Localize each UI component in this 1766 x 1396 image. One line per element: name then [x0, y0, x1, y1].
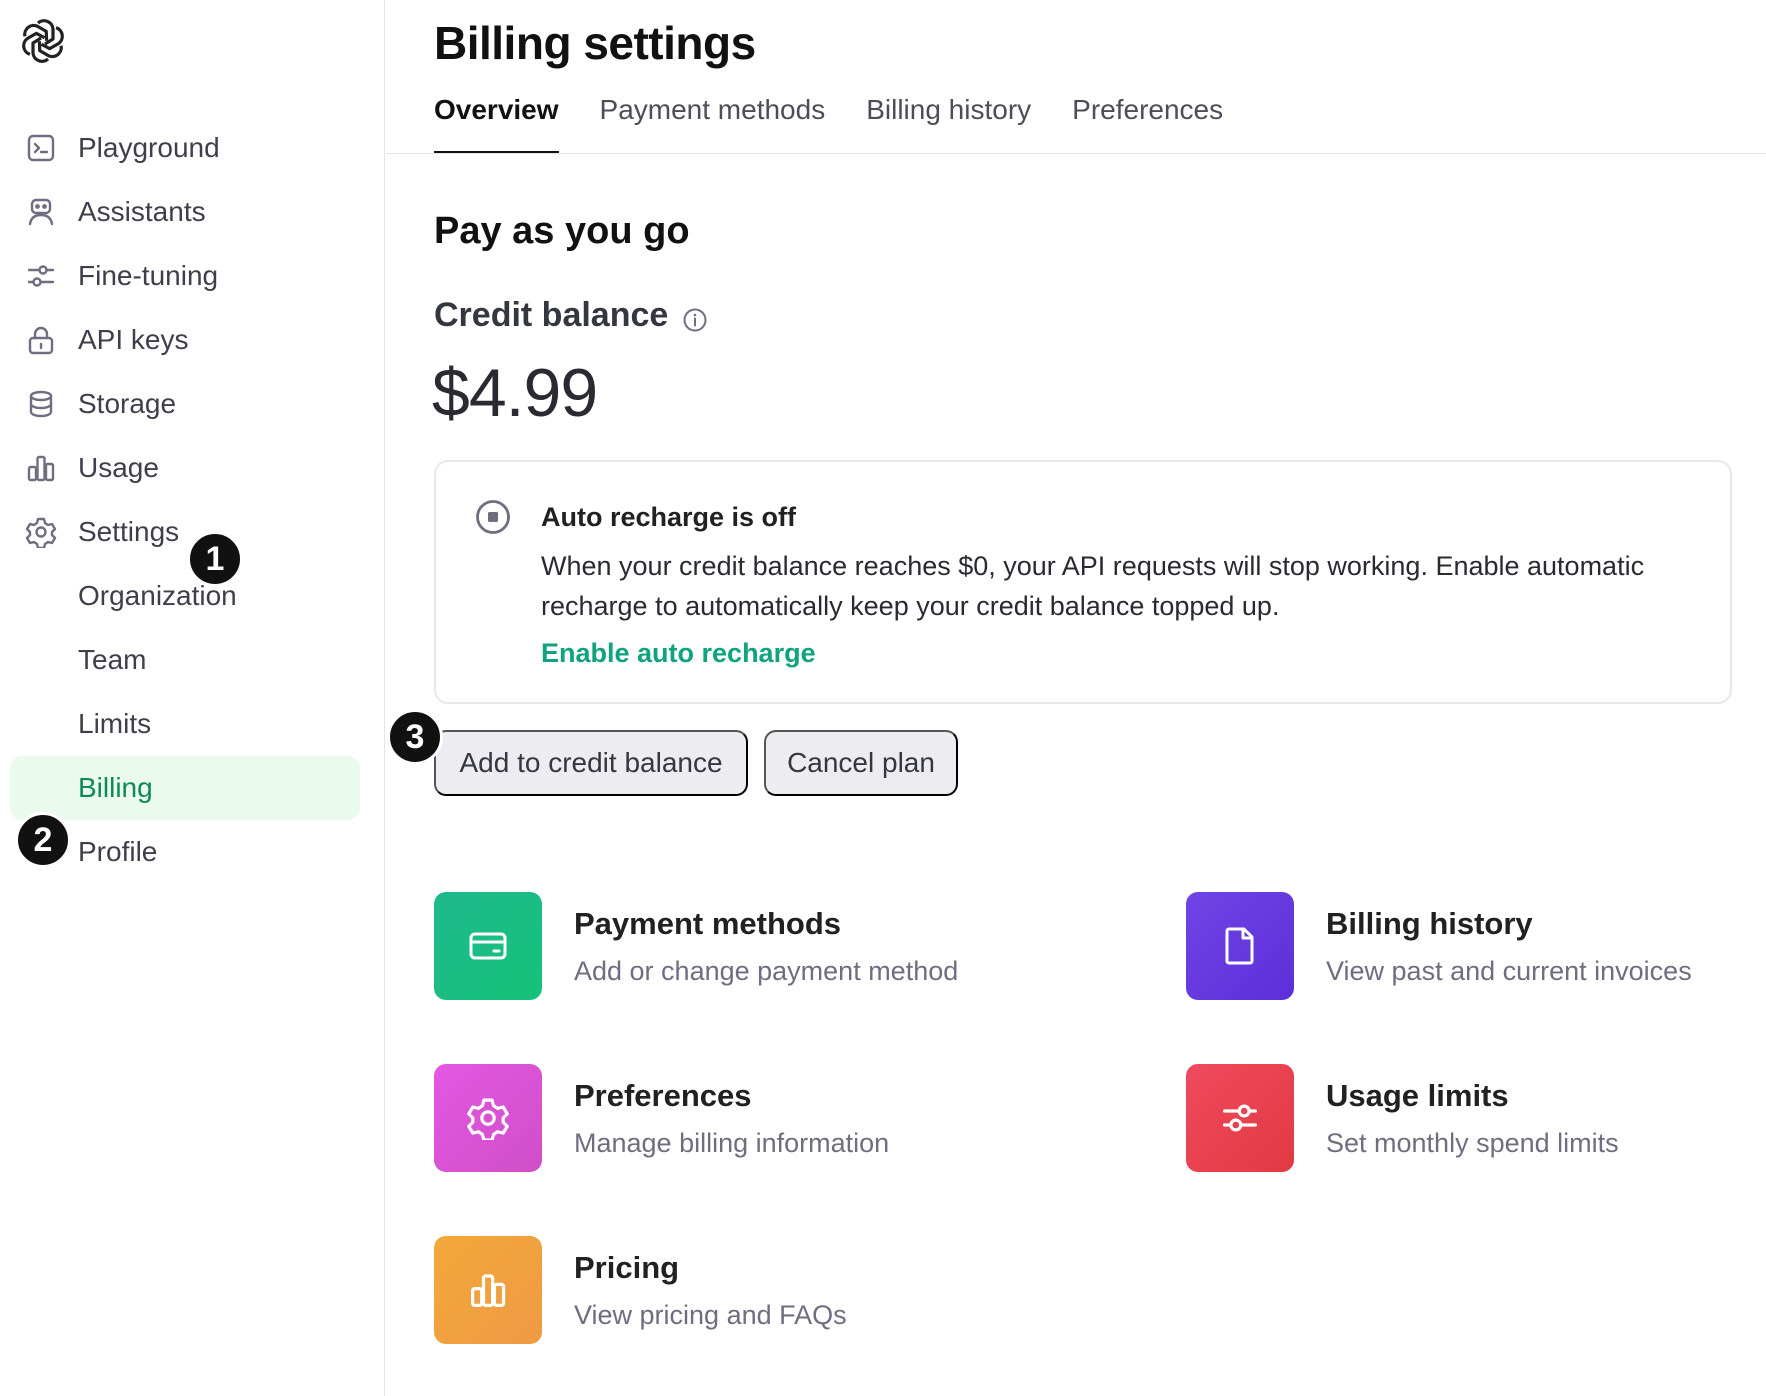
credit-card-icon	[434, 892, 542, 1000]
sidebar-item-storage[interactable]: Storage	[10, 372, 360, 436]
card-title: Billing history	[1326, 906, 1533, 941]
card-subtitle: Manage billing information	[574, 1128, 890, 1158]
card-title: Payment methods	[574, 906, 842, 941]
main-content: Billing settings Overview Payment method…	[386, 0, 1766, 1396]
card-subtitle: Add or change payment method	[574, 956, 959, 986]
credit-balance-heading: Credit balance	[434, 296, 708, 335]
card-title: Preferences	[574, 1078, 752, 1113]
auto-recharge-description: When your credit balance reaches $0, you…	[541, 551, 1645, 621]
info-icon[interactable]	[682, 303, 708, 331]
openai-logo[interactable]	[18, 16, 68, 66]
tab-preferences[interactable]: Preferences	[1072, 88, 1223, 154]
sidebar-item-billing[interactable]: Billing	[10, 756, 360, 820]
database-icon	[24, 387, 58, 421]
terminal-icon	[24, 131, 58, 165]
sliders-icon	[24, 259, 58, 293]
enable-auto-recharge-link[interactable]: Enable auto recharge	[541, 638, 816, 669]
cancel-plan-button[interactable]: Cancel plan	[764, 730, 958, 796]
tab-payment-methods[interactable]: Payment methods	[600, 88, 826, 154]
sidebar-item-label: Storage	[78, 388, 177, 419]
plan-title: Pay as you go	[434, 210, 690, 252]
sidebar-item-usage[interactable]: Usage	[10, 436, 360, 500]
sidebar-item-limits[interactable]: Limits	[10, 692, 360, 756]
sidebar-item-label: Playground	[78, 132, 220, 163]
sidebar-item-label: Assistants	[78, 196, 206, 227]
credit-balance-amount: $4.99	[432, 355, 598, 431]
document-icon	[1186, 892, 1294, 1000]
sidebar-item-api-keys[interactable]: API keys	[10, 308, 360, 372]
sidebar-item-label: Profile	[78, 836, 158, 867]
sidebar-item-team[interactable]: Team	[10, 628, 360, 692]
card-usage-limits[interactable]: Usage limits Set monthly spend limits	[1186, 1064, 1619, 1172]
stop-circle-icon	[474, 498, 512, 536]
bar-chart-icon	[434, 1236, 542, 1344]
page-title: Billing settings	[434, 17, 756, 69]
card-title: Usage limits	[1326, 1078, 1509, 1113]
card-subtitle: Set monthly spend limits	[1326, 1128, 1619, 1158]
sidebar-item-label: Team	[78, 644, 147, 675]
sidebar: Playground Assistants Fine-tuning API ke…	[0, 0, 385, 1396]
sidebar-item-fine-tuning[interactable]: Fine-tuning	[10, 244, 360, 308]
tab-billing-history[interactable]: Billing history	[866, 88, 1031, 154]
card-preferences[interactable]: Preferences Manage billing information	[434, 1064, 889, 1172]
sidebar-item-playground[interactable]: Playground	[10, 116, 360, 180]
auto-recharge-notice: Auto recharge is off When your credit ba…	[434, 460, 1732, 704]
sidebar-item-label: API keys	[78, 324, 189, 355]
step-badge-2: 2	[15, 812, 71, 868]
gear-icon	[434, 1064, 542, 1172]
card-subtitle: View past and current invoices	[1326, 956, 1692, 986]
card-pricing[interactable]: Pricing View pricing and FAQs	[434, 1236, 847, 1344]
card-subtitle: View pricing and FAQs	[574, 1300, 847, 1330]
bar-chart-icon	[24, 451, 58, 485]
card-title: Pricing	[574, 1250, 680, 1285]
card-billing-history[interactable]: Billing history View past and current in…	[1186, 892, 1692, 1000]
step-badge-3: 3	[387, 709, 443, 765]
auto-recharge-title: Auto recharge is off	[541, 502, 797, 532]
lock-icon	[24, 323, 58, 357]
gear-icon	[24, 515, 58, 549]
sidebar-nav: Playground Assistants Fine-tuning API ke…	[10, 116, 360, 884]
sliders-icon	[1186, 1064, 1294, 1172]
sidebar-item-label: Billing	[78, 772, 153, 803]
robot-icon	[24, 195, 58, 229]
step-badge-1: 1	[187, 531, 243, 587]
sidebar-item-label: Fine-tuning	[78, 260, 219, 291]
tabs-divider	[386, 153, 1766, 154]
billing-tabs: Overview Payment methods Billing history…	[434, 88, 1264, 154]
sidebar-item-assistants[interactable]: Assistants	[10, 180, 360, 244]
sidebar-item-label: Usage	[78, 452, 159, 483]
tab-overview[interactable]: Overview	[434, 88, 559, 154]
add-to-credit-balance-button[interactable]: Add to credit balance	[434, 730, 748, 796]
card-payment-methods[interactable]: Payment methods Add or change payment me…	[434, 892, 958, 1000]
sidebar-item-organization[interactable]: Organization	[10, 564, 360, 628]
sidebar-item-label: Settings	[78, 516, 180, 547]
sidebar-item-label: Limits	[78, 708, 152, 739]
credit-balance-label: Credit balance	[434, 296, 669, 334]
sidebar-item-settings[interactable]: Settings	[10, 500, 360, 564]
